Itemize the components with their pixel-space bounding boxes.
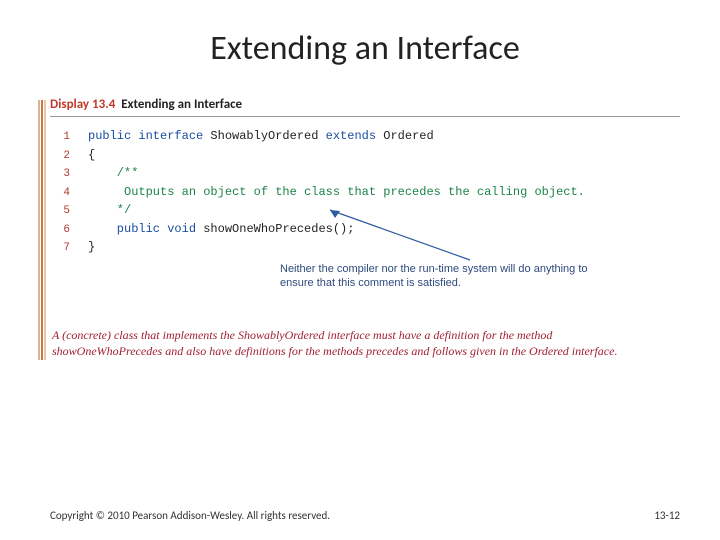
line-number: 6: [50, 222, 70, 239]
display-header: Display 13.4 Extending an Interface: [50, 97, 680, 112]
code-line: 7 }: [50, 238, 680, 257]
brace: }: [88, 238, 95, 256]
code-line: 6 public void showOneWhoPrecedes();: [50, 220, 680, 239]
copyright-text: Copyright © 2010 Pearson Addison-Wesley.…: [50, 509, 330, 522]
footer: Copyright © 2010 Pearson Addison-Wesley.…: [50, 509, 680, 522]
slide-title: Extending an Interface: [50, 28, 680, 69]
keyword: public void: [88, 222, 196, 236]
code-line: 4 Outputs an object of the class that pr…: [50, 183, 680, 202]
line-number: 1: [50, 129, 70, 146]
page-number: 13-12: [654, 509, 680, 522]
brace: {: [88, 146, 95, 164]
keyword: public interface: [88, 129, 203, 143]
line-number: 3: [50, 166, 70, 183]
comment: /**: [88, 164, 138, 182]
line-number: 2: [50, 148, 70, 165]
code-line: 5 */: [50, 201, 680, 220]
divider: [50, 116, 680, 117]
comment: */: [88, 201, 131, 219]
line-number: 4: [50, 185, 70, 202]
code-line: 1 public interface ShowablyOrdered exten…: [50, 127, 680, 146]
annotation-text: Neither the compiler nor the run-time sy…: [280, 262, 600, 291]
line-number: 7: [50, 240, 70, 257]
keyword: extends: [326, 129, 376, 143]
display-label: Display: [50, 97, 89, 112]
identifier: ShowablyOrdered: [203, 129, 325, 143]
decorative-stripes: [38, 100, 48, 360]
code-line: 3 /**: [50, 164, 680, 183]
display-caption: Extending an Interface: [121, 97, 242, 112]
code-block: 1 public interface ShowablyOrdered exten…: [50, 127, 680, 257]
display-number: 13.4: [92, 97, 115, 112]
line-number: 5: [50, 203, 70, 220]
code-line: 2 {: [50, 146, 680, 165]
slide: Extending an Interface Display 13.4 Exte…: [0, 0, 720, 540]
explanatory-note: A (concrete) class that implements the S…: [50, 327, 680, 361]
method: showOneWhoPrecedes();: [196, 222, 354, 236]
identifier: Ordered: [376, 129, 434, 143]
comment: Outputs an object of the class that prec…: [88, 183, 585, 201]
